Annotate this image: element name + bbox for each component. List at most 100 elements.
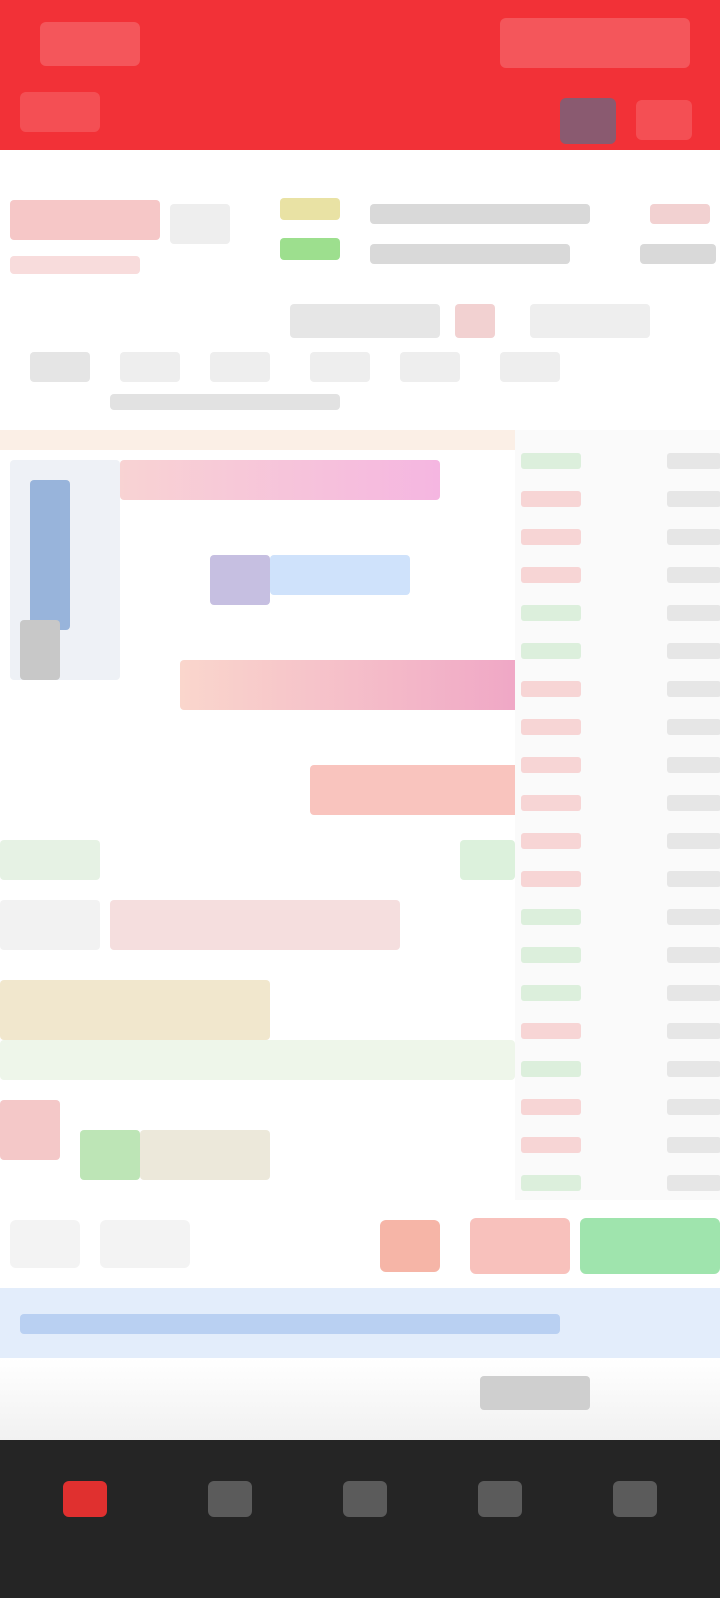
order-book-row[interactable] — [521, 786, 720, 820]
order-book-price — [521, 491, 581, 507]
order-book-volume — [667, 567, 720, 583]
order-book-row[interactable] — [521, 672, 720, 706]
order-book-row[interactable] — [521, 938, 720, 972]
order-book-volume — [667, 833, 720, 849]
order-book-row[interactable] — [521, 900, 720, 934]
order-book-row[interactable] — [521, 634, 720, 668]
period-selector[interactable] — [290, 304, 440, 338]
page-title — [270, 76, 470, 110]
order-book-price — [521, 1099, 581, 1115]
order-book-price — [521, 1061, 581, 1077]
order-book-row[interactable] — [521, 482, 720, 516]
period-tag[interactable] — [455, 304, 495, 338]
back-button[interactable] — [40, 22, 140, 66]
order-book-price — [521, 1137, 581, 1153]
order-book-row[interactable] — [521, 824, 720, 858]
order-book-volume — [667, 605, 720, 621]
order-book-row[interactable] — [521, 976, 720, 1010]
nav-item-1[interactable] — [30, 1458, 140, 1568]
indicator-selector[interactable] — [530, 304, 650, 338]
chart-label-green — [0, 840, 100, 880]
tab-1[interactable] — [30, 352, 90, 382]
nav-item-4[interactable] — [445, 1458, 555, 1568]
last-price — [10, 200, 160, 240]
quote-stat-1 — [370, 204, 590, 224]
order-book-price — [521, 985, 581, 1001]
alert-button[interactable] — [380, 1220, 440, 1272]
order-book-volume — [667, 529, 720, 545]
action-button-1[interactable] — [10, 1220, 80, 1268]
candlestick-shadow — [20, 620, 60, 680]
volume-bar-3 — [270, 555, 410, 595]
sub-indicator-2 — [0, 1040, 515, 1080]
tag-high — [280, 198, 340, 220]
tab-3[interactable] — [210, 352, 270, 382]
order-book-volume — [667, 643, 720, 659]
price-change — [10, 256, 140, 274]
order-book-price — [521, 947, 581, 963]
search-icon[interactable] — [636, 100, 692, 140]
sub-indicator-green — [80, 1130, 140, 1180]
bottom-nav — [0, 1440, 720, 1598]
order-book-price — [521, 529, 581, 545]
order-book-volume — [667, 719, 720, 735]
order-book-price — [521, 605, 581, 621]
order-book-price — [521, 567, 581, 583]
order-book-volume — [667, 871, 720, 887]
order-book-row[interactable] — [521, 1128, 720, 1162]
order-book-row[interactable] — [521, 862, 720, 896]
order-book-price — [521, 681, 581, 697]
buy-button[interactable] — [580, 1218, 720, 1274]
tag-low — [280, 238, 340, 260]
order-book-row[interactable] — [521, 520, 720, 554]
tab-6[interactable] — [500, 352, 560, 382]
header-action-button[interactable] — [500, 18, 690, 68]
order-book-row[interactable] — [521, 1166, 720, 1200]
order-book-row[interactable] — [521, 444, 720, 478]
order-book-volume — [667, 757, 720, 773]
order-book-price — [521, 909, 581, 925]
order-book — [515, 430, 720, 1210]
sub-indicator-red — [0, 1100, 60, 1160]
menu-icon[interactable] — [20, 92, 100, 132]
nav-icon-2-icon — [208, 1481, 252, 1517]
order-book-price — [521, 1023, 581, 1039]
order-book-volume — [667, 453, 720, 469]
quote-stat-4 — [640, 244, 716, 264]
nav-item-3[interactable] — [310, 1458, 420, 1568]
order-book-price — [521, 871, 581, 887]
volume-bar-4 — [180, 660, 515, 710]
app-header — [0, 0, 720, 150]
candlestick-down — [30, 480, 70, 630]
chart-toolbar — [0, 290, 720, 420]
order-book-row[interactable] — [521, 748, 720, 782]
notice-banner[interactable] — [0, 1288, 720, 1358]
order-book-row[interactable] — [521, 558, 720, 592]
order-book-volume — [667, 947, 720, 963]
nav-item-5[interactable] — [580, 1458, 690, 1568]
trade-action-bar — [0, 1200, 720, 1284]
order-book-row[interactable] — [521, 1052, 720, 1086]
chart-area[interactable] — [0, 420, 515, 1200]
quote-stat-2 — [370, 244, 570, 264]
nav-item-2[interactable] — [175, 1458, 285, 1568]
order-book-volume — [667, 1061, 720, 1077]
action-button-2[interactable] — [100, 1220, 190, 1268]
tab-4[interactable] — [310, 352, 370, 382]
tab-5[interactable] — [400, 352, 460, 382]
order-book-row[interactable] — [521, 596, 720, 630]
strip-item[interactable] — [480, 1376, 590, 1410]
sell-button[interactable] — [470, 1218, 570, 1274]
order-book-row[interactable] — [521, 1090, 720, 1124]
volume-bar-1 — [120, 460, 440, 500]
avatar[interactable] — [560, 98, 616, 144]
order-book-row[interactable] — [521, 710, 720, 744]
order-book-price — [521, 833, 581, 849]
notice-text-block — [20, 1314, 560, 1334]
tab-2[interactable] — [120, 352, 180, 382]
order-book-row[interactable] — [521, 1014, 720, 1048]
order-book-price — [521, 453, 581, 469]
order-book-volume — [667, 985, 720, 1001]
metric-value-bar — [110, 900, 400, 950]
order-book-price — [521, 795, 581, 811]
